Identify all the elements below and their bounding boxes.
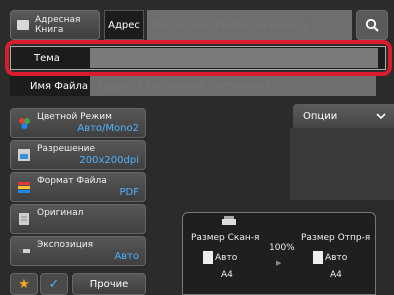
options-panel bbox=[290, 128, 394, 200]
zoom-ratio: 100% bbox=[269, 243, 295, 253]
original-button[interactable]: Оригинал bbox=[10, 204, 146, 234]
search-icon bbox=[365, 18, 379, 32]
arrow-right-icon: ▶ bbox=[276, 259, 282, 267]
scan-page-icon bbox=[203, 251, 213, 264]
color-mode-icon bbox=[19, 118, 30, 129]
exposure-label: Экспозиция bbox=[37, 240, 94, 250]
file-format-value: PDF bbox=[119, 187, 139, 198]
original-icon bbox=[19, 213, 29, 225]
filename-label: Имя Файла bbox=[10, 76, 90, 96]
address-book-button[interactable]: Адресная Книга bbox=[10, 10, 100, 40]
file-format-button[interactable]: Формат Файла PDF bbox=[10, 172, 146, 202]
address-label: Адрес bbox=[104, 10, 144, 40]
file-format-icon bbox=[18, 182, 30, 193]
send-size-label: Размер Отпр-я bbox=[301, 233, 371, 243]
send-mode: Авто bbox=[325, 253, 348, 263]
address-input[interactable] bbox=[147, 10, 352, 40]
address-book-label: Адресная Книга bbox=[35, 15, 81, 35]
resolution-label: Разрешение bbox=[37, 144, 96, 154]
other-button[interactable]: Прочие bbox=[72, 273, 146, 295]
scan-size-label: Размер Скан-я bbox=[191, 233, 260, 243]
address-book-icon bbox=[17, 20, 29, 30]
exposure-value: Авто bbox=[114, 251, 139, 262]
color-mode-button[interactable]: Цветной Режим Авто/Mono2 bbox=[10, 108, 146, 138]
scan-mode: Авто bbox=[215, 253, 238, 263]
send-page-icon bbox=[313, 251, 323, 264]
favorite-button[interactable]: ★ bbox=[10, 273, 38, 295]
star-icon: ★ bbox=[18, 276, 30, 292]
check-icon: ✓ bbox=[48, 276, 60, 292]
search-button[interactable] bbox=[356, 10, 388, 40]
file-format-label: Формат Файла bbox=[37, 176, 107, 186]
resolution-value: 200x200dpi bbox=[79, 155, 139, 166]
options-button[interactable]: Опции bbox=[293, 104, 394, 128]
resolution-button[interactable]: Разрешение 200x200dpi bbox=[10, 140, 146, 170]
exposure-button[interactable]: Экспозиция Авто bbox=[10, 236, 146, 266]
original-label: Оригинал bbox=[37, 208, 84, 218]
filename-input[interactable] bbox=[90, 76, 376, 96]
check-button[interactable]: ✓ bbox=[40, 273, 68, 295]
color-mode-value: Авто/Mono2 bbox=[77, 123, 139, 134]
send-paper-size: А4 bbox=[330, 270, 342, 280]
chevron-down-icon bbox=[376, 112, 386, 119]
scanner-icon bbox=[222, 216, 236, 225]
subject-highlight-frame bbox=[5, 40, 392, 76]
scan-paper-size: А4 bbox=[221, 270, 233, 280]
scan-preview: Размер Скан-я Размер Отпр-я Авто 100% ▶ … bbox=[182, 212, 376, 295]
options-label: Опции bbox=[303, 110, 338, 122]
color-mode-label: Цветной Режим bbox=[37, 112, 112, 122]
resolution-icon bbox=[18, 149, 30, 161]
exposure-icon bbox=[18, 249, 30, 253]
